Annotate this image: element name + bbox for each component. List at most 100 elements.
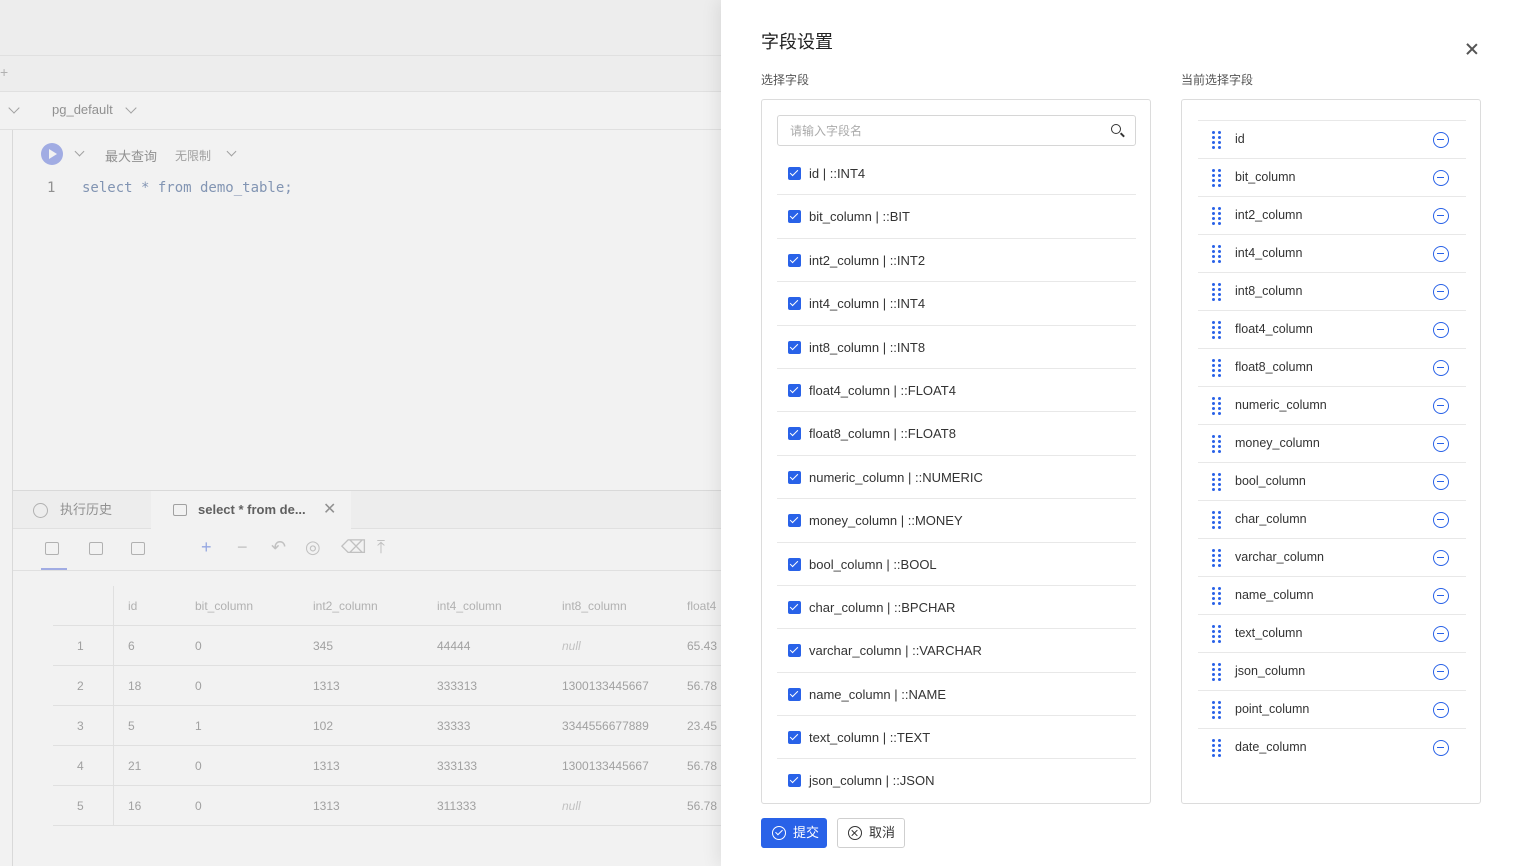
submit-button[interactable]: 提交 [761, 818, 827, 848]
checkbox-checked[interactable] [788, 514, 801, 528]
field-option[interactable]: varchar_column | ::VARCHAR [777, 629, 1136, 673]
minus-circle-icon[interactable] [1433, 512, 1449, 528]
minus-circle-icon[interactable] [1433, 474, 1449, 490]
selected-field-item[interactable]: int8_column [1198, 273, 1466, 311]
field-option-label: bool_column | ::BOOL [809, 556, 937, 572]
checkbox-checked[interactable] [788, 774, 801, 788]
field-option[interactable]: json_column | ::JSON [777, 759, 1136, 802]
field-option-label: int8_column | ::INT8 [809, 339, 926, 355]
field-option[interactable]: name_column | ::NAME [777, 673, 1136, 717]
minus-circle-icon[interactable] [1433, 398, 1449, 414]
field-option[interactable]: float8_column | ::FLOAT8 [777, 412, 1136, 456]
cancel-button[interactable]: 取消 [837, 818, 905, 848]
field-option[interactable]: numeric_column | ::NUMERIC [777, 456, 1136, 500]
selected-field-item[interactable]: point_column [1198, 691, 1466, 729]
checkbox-checked[interactable] [788, 687, 801, 701]
drag-handle-icon[interactable] [1212, 245, 1221, 263]
minus-circle-icon[interactable] [1433, 550, 1449, 566]
checkbox-checked[interactable] [788, 731, 801, 745]
drag-handle-icon[interactable] [1212, 397, 1221, 415]
minus-circle-icon[interactable] [1433, 740, 1449, 756]
field-option[interactable]: int4_column | ::INT4 [777, 282, 1136, 326]
drag-handle-icon[interactable] [1212, 359, 1221, 377]
drag-handle-icon[interactable] [1212, 625, 1221, 643]
selected-field-item[interactable]: bool_column [1198, 463, 1466, 501]
checkbox-checked[interactable] [788, 167, 801, 180]
field-option-label: bit_column | ::BIT [809, 209, 910, 225]
selected-field-item[interactable]: float8_column [1198, 349, 1466, 387]
minus-circle-icon[interactable] [1433, 664, 1449, 680]
minus-circle-icon[interactable] [1433, 170, 1449, 186]
drag-handle-icon[interactable] [1212, 549, 1221, 567]
checkbox-checked[interactable] [788, 253, 801, 267]
selected-field-label: id [1235, 132, 1245, 146]
drag-handle-icon[interactable] [1212, 435, 1221, 453]
checkbox-checked[interactable] [788, 644, 801, 658]
field-option[interactable]: text_column | ::TEXT [777, 716, 1136, 760]
drag-handle-icon[interactable] [1212, 663, 1221, 681]
minus-circle-icon[interactable] [1433, 132, 1449, 148]
field-option[interactable]: int8_column | ::INT8 [777, 326, 1136, 369]
selected-field-item[interactable]: json_column [1198, 653, 1466, 691]
checkbox-checked[interactable] [788, 340, 801, 354]
minus-circle-icon[interactable] [1433, 208, 1449, 224]
drag-handle-icon[interactable] [1212, 587, 1221, 605]
field-option[interactable]: id | ::INT4 [777, 152, 1136, 196]
minus-circle-icon[interactable] [1433, 702, 1449, 718]
field-option[interactable]: char_column | ::BPCHAR [777, 586, 1136, 630]
selected-field-item[interactable]: bit_column [1198, 159, 1466, 197]
field-select-panel: id | ::INT4bit_column | ::BITint2_column… [761, 99, 1151, 804]
close-icon[interactable] [1463, 40, 1481, 58]
drag-handle-icon[interactable] [1212, 511, 1221, 529]
modal-overlay[interactable] [0, 0, 721, 866]
selected-field-item[interactable]: int4_column [1198, 235, 1466, 273]
field-option[interactable]: float4_column | ::FLOAT4 [777, 369, 1136, 413]
drag-handle-icon[interactable] [1212, 739, 1221, 757]
current-fields-label: 当前选择字段 [1181, 73, 1254, 87]
drag-handle-icon[interactable] [1212, 321, 1221, 339]
field-option[interactable]: bool_column | ::BOOL [777, 543, 1136, 586]
selected-field-item[interactable]: varchar_column [1198, 539, 1466, 577]
search-input[interactable] [778, 116, 1135, 145]
search-icon[interactable] [1111, 124, 1125, 138]
drag-handle-icon[interactable] [1212, 131, 1221, 149]
field-option[interactable]: money_column | ::MONEY [777, 499, 1136, 543]
checkbox-checked[interactable] [788, 297, 801, 311]
selected-field-item[interactable]: numeric_column [1198, 387, 1466, 425]
minus-circle-icon[interactable] [1433, 626, 1449, 642]
selected-field-item[interactable]: char_column [1198, 501, 1466, 539]
selected-field-item[interactable]: money_column [1198, 425, 1466, 463]
drag-handle-icon[interactable] [1212, 701, 1221, 719]
drag-handle-icon[interactable] [1212, 207, 1221, 225]
selected-field-label: text_column [1235, 626, 1303, 640]
drag-handle-icon[interactable] [1212, 473, 1221, 491]
minus-circle-icon[interactable] [1433, 588, 1449, 604]
checkbox-checked[interactable] [788, 383, 801, 397]
selected-field-label: float8_column [1235, 360, 1313, 374]
selected-field-item[interactable]: date_column [1198, 729, 1466, 767]
selected-field-item[interactable]: int2_column [1198, 197, 1466, 235]
checkbox-checked[interactable] [788, 427, 801, 441]
selected-fields-panel: id bit_column int2_column int4_column int8_c… [1181, 99, 1481, 804]
selected-field-item[interactable]: text_column [1198, 615, 1466, 653]
field-option[interactable]: int2_column | ::INT2 [777, 239, 1136, 283]
minus-circle-icon[interactable] [1433, 436, 1449, 452]
minus-circle-icon[interactable] [1433, 322, 1449, 338]
selected-field-label: int8_column [1235, 284, 1303, 298]
drag-handle-icon[interactable] [1212, 169, 1221, 187]
drawer-title: 字段设置 [761, 32, 833, 52]
checkbox-checked[interactable] [788, 600, 801, 614]
drag-handle-icon[interactable] [1212, 283, 1221, 301]
checkbox-checked[interactable] [788, 470, 801, 484]
checkbox-checked[interactable] [788, 557, 801, 571]
field-option[interactable]: bit_column | ::BIT [777, 195, 1136, 239]
selected-field-item[interactable]: name_column [1198, 577, 1466, 615]
selected-field-item[interactable]: id [1198, 121, 1466, 159]
minus-circle-icon[interactable] [1433, 246, 1449, 262]
selected-field-label: point_column [1235, 702, 1310, 716]
minus-circle-icon[interactable] [1433, 360, 1449, 376]
selected-field-item[interactable]: float4_column [1198, 311, 1466, 349]
search-box [777, 115, 1136, 146]
minus-circle-icon[interactable] [1433, 284, 1449, 300]
checkbox-checked[interactable] [788, 210, 801, 224]
